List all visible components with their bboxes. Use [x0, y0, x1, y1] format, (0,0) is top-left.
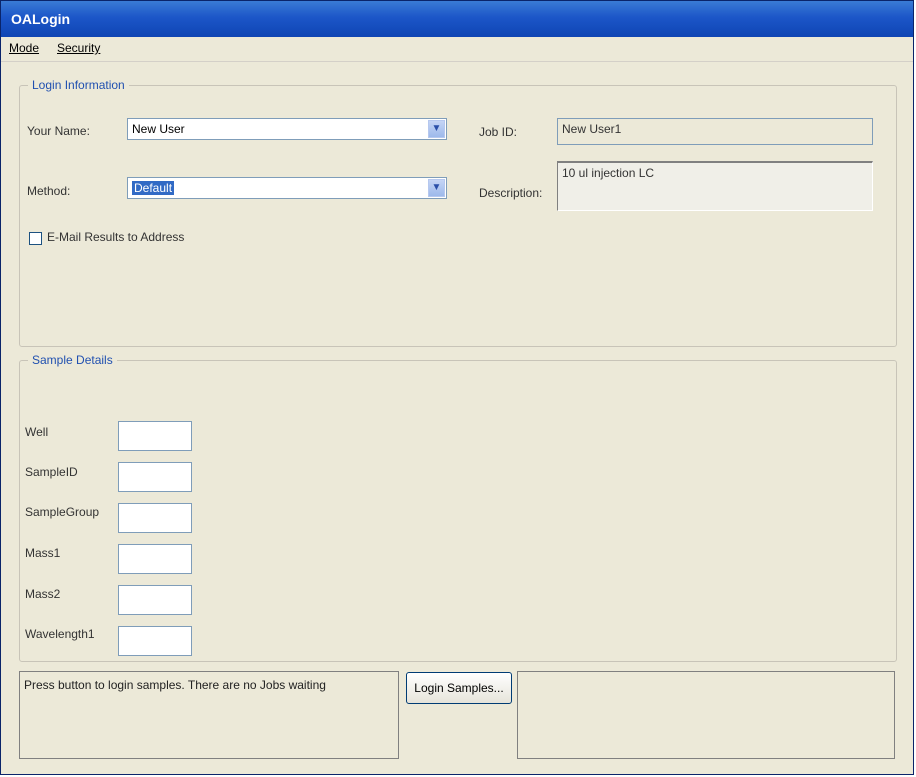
job-id-value: New User1 — [562, 122, 622, 136]
your-name-label: Your Name: — [27, 124, 90, 138]
well-input[interactable] — [118, 421, 192, 451]
wavelength1-input[interactable] — [118, 626, 192, 656]
job-id-label: Job ID: — [479, 125, 518, 139]
chevron-down-icon[interactable]: ▼ — [428, 120, 445, 138]
menu-security[interactable]: Security — [57, 41, 100, 55]
description-value: 10 ul injection LC — [562, 166, 655, 180]
window-title: OALogin — [11, 11, 71, 27]
email-results-checkbox[interactable] — [29, 232, 42, 245]
description-label: Description: — [479, 186, 543, 200]
description-field[interactable]: 10 ul injection LC — [557, 161, 873, 211]
menu-bar: Mode Security — [1, 37, 913, 62]
your-name-combo[interactable]: New User ▼ — [127, 118, 447, 140]
title-bar[interactable]: OALogin — [1, 1, 913, 37]
menu-mode[interactable]: Mode — [9, 41, 39, 55]
method-combo[interactable]: Default ▼ — [127, 177, 447, 199]
wavelength1-label: Wavelength1 — [25, 627, 95, 641]
sampleid-label: SampleID — [25, 465, 78, 479]
sampleid-input[interactable] — [118, 462, 192, 492]
method-label: Method: — [27, 184, 71, 198]
output-panel — [517, 671, 895, 759]
method-value: Default — [132, 181, 175, 195]
mass2-input[interactable] — [118, 585, 192, 615]
sample-details-title: Sample Details — [28, 353, 117, 367]
mass1-input[interactable] — [118, 544, 192, 574]
login-information-title: Login Information — [28, 78, 129, 92]
login-samples-button[interactable]: Login Samples... — [406, 672, 512, 704]
mass2-label: Mass2 — [25, 587, 61, 601]
email-results-label[interactable]: E-Mail Results to Address — [47, 230, 184, 244]
samplegroup-input[interactable] — [118, 503, 192, 533]
job-id-field[interactable]: New User1 — [557, 118, 873, 145]
mass1-label: Mass1 — [25, 546, 61, 560]
your-name-value: New User — [132, 122, 185, 136]
oalogin-window: OALogin Mode Security Login Information … — [0, 0, 914, 775]
status-message: Press button to login samples. There are… — [24, 678, 326, 692]
samplegroup-label: SampleGroup — [25, 505, 100, 519]
well-label: Well — [25, 425, 49, 439]
login-samples-label: Login Samples... — [414, 681, 504, 695]
chevron-down-icon[interactable]: ▼ — [428, 179, 445, 197]
status-message-box: Press button to login samples. There are… — [19, 671, 399, 759]
